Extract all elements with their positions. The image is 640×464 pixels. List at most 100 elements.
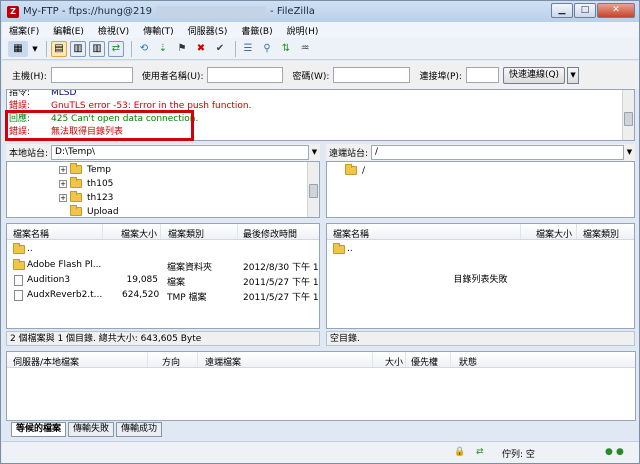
file-name: Adobe Flash Pl... <box>27 260 102 270</box>
tab-queued-files[interactable]: 等候的檔案 <box>11 422 67 437</box>
table-row[interactable]: .. <box>7 242 319 256</box>
activity-led-icon: ● <box>616 447 624 457</box>
minimize-button[interactable]: ▁ <box>551 3 573 18</box>
log-line: 錯誤: GnuTLS error -53: Error in the push f… <box>7 100 634 113</box>
menu-transfer[interactable]: 傳輸(T) <box>136 24 181 37</box>
menu-server[interactable]: 伺服器(S) <box>181 24 235 37</box>
col-priority[interactable]: 優先權 <box>411 355 438 368</box>
queue-tabs: 等候的檔案 傳輸失敗 傳輸成功 <box>11 422 164 437</box>
col-status[interactable]: 狀態 <box>459 355 477 368</box>
col-type[interactable]: 檔案類別 <box>168 227 204 240</box>
title-redacted <box>156 5 267 18</box>
disconnect-icon[interactable]: ✖ <box>193 41 209 57</box>
table-row[interactable]: AudxReverb2.t... 624,520 TMP 檔案 2011/5/27 下… <box>7 288 319 303</box>
file-type: 檔案 <box>167 278 186 288</box>
col-name[interactable]: 檔案名稱 <box>13 227 49 240</box>
col-size[interactable]: 大小 <box>385 355 403 368</box>
title-bar: Z My-FTP - ftps://hung@219 - FileZilla ▁… <box>1 1 639 22</box>
log-scrollbar[interactable] <box>622 90 634 140</box>
tree-label: Upload <box>87 206 119 217</box>
col-name[interactable]: 檔案名稱 <box>333 227 369 240</box>
toggle-tree-icon[interactable]: ▥ <box>70 40 86 57</box>
password-input[interactable] <box>333 67 411 83</box>
expand-icon[interactable]: + <box>59 193 67 202</box>
folder-icon <box>70 163 82 174</box>
expand-icon[interactable]: + <box>59 165 67 174</box>
toggle-log-icon[interactable]: ▤ <box>51 40 67 57</box>
window-title: My-FTP - ftps://hung@219 <box>23 6 153 17</box>
file-name: .. <box>27 244 33 254</box>
menu-bar: 檔案(F) 編輯(E) 檢視(V) 傳輸(T) 伺服器(S) 書籤(B) 說明(… <box>2 22 639 38</box>
menu-help[interactable]: 說明(H) <box>280 24 326 37</box>
col-size[interactable]: 檔案大小 <box>536 227 572 240</box>
tab-failed-transfers[interactable]: 傳輸失敗 <box>68 422 115 437</box>
remote-file-list: 檔案名稱 檔案大小 檔案類別 .. 目錄列表失敗 <box>326 223 635 329</box>
folder-icon <box>70 177 82 188</box>
local-path-input[interactable]: D:\Temp\ <box>51 145 309 160</box>
log-kind: 指令: <box>9 89 31 98</box>
close-button[interactable]: ✕ <box>597 3 635 18</box>
maximize-button[interactable]: □ <box>574 3 596 18</box>
menu-bookmarks[interactable]: 書籤(B) <box>234 24 279 37</box>
table-row[interactable]: Adobe Flash Pl... 檔案資料夾 2012/8/30 下午 1... <box>7 258 319 273</box>
col-date[interactable]: 最後修改時間 <box>243 227 297 240</box>
col-direction[interactable]: 方向 <box>162 355 180 368</box>
message-log: 指令: MLSD 錯誤: GnuTLS error -53: Error in th… <box>6 89 635 141</box>
quickconnect-dropdown-icon[interactable]: ▼ <box>567 66 580 84</box>
col-type[interactable]: 檔案類別 <box>583 227 619 240</box>
local-site-bar: 本地站台: D:\Temp\ ▼ <box>6 144 320 161</box>
tree-node[interactable]: + th123 <box>59 191 113 204</box>
password-label: 密碼(W): <box>292 71 330 82</box>
status-bar: 🔒 ⇄ 佇列: 空 ● ● <box>2 441 639 463</box>
filter-icon[interactable]: ☰ <box>240 41 256 57</box>
table-row[interactable]: .. <box>327 242 634 256</box>
quickconnect-button[interactable]: 快速連線(Q) <box>502 66 566 84</box>
remote-path-dropdown-icon[interactable]: ▼ <box>624 145 635 160</box>
sync-browse-icon[interactable]: ⇅ <box>278 41 294 57</box>
refresh-icon[interactable]: ⟲ <box>136 41 152 57</box>
user-input[interactable] <box>207 67 284 83</box>
local-status: 2 個檔案與 1 個目錄. 總共大小: 643,605 Byte <box>6 331 320 346</box>
file-icon <box>14 275 23 286</box>
activity-led-icon: ● <box>605 447 613 457</box>
tree-node[interactable]: Upload <box>70 205 119 217</box>
toggle-remote-tree-icon[interactable]: ▥ <box>89 40 105 57</box>
log-line: 回應: 425 Can't open data connection. <box>7 113 634 126</box>
reconnect-icon[interactable]: ✔ <box>212 41 228 57</box>
log-kind: 回應: <box>9 114 31 124</box>
log-line: 錯誤: 無法取得目錄列表 <box>7 126 634 139</box>
table-row[interactable]: Audition3 19,085 檔案 2011/5/27 下午 1... <box>7 273 319 288</box>
host-input[interactable] <box>50 67 133 83</box>
remote-path-input[interactable]: / <box>371 145 624 160</box>
tab-successful-transfers[interactable]: 傳輸成功 <box>116 422 163 437</box>
tree-node[interactable]: + Temp <box>59 163 111 176</box>
remote-site-bar: 遠端站台: / ▼ <box>326 144 635 161</box>
local-path-dropdown-icon[interactable]: ▼ <box>309 145 320 160</box>
col-remote-file[interactable]: 遠端檔案 <box>205 355 241 368</box>
user-label: 使用者名稱(U): <box>141 71 204 82</box>
menu-file[interactable]: 檔案(F) <box>2 24 46 37</box>
window-title-suffix: - FileZilla <box>270 6 315 17</box>
log-text: MLSD <box>51 89 77 98</box>
app-window: Z My-FTP - ftps://hung@219 - FileZilla ▁… <box>0 0 640 464</box>
list-message: 目錄列表失敗 <box>327 270 634 285</box>
expand-icon[interactable]: + <box>59 179 67 188</box>
menu-view[interactable]: 檢視(V) <box>91 24 136 37</box>
local-tree-scrollbar[interactable] <box>307 162 319 217</box>
dropdown-arrow-icon[interactable]: ▼ <box>31 41 39 57</box>
tree-label: Temp <box>87 164 111 175</box>
port-input[interactable] <box>465 67 499 83</box>
col-size[interactable]: 檔案大小 <box>121 227 157 240</box>
toggle-queue-icon[interactable]: ⇄ <box>108 40 124 57</box>
find-icon[interactable]: ♒ <box>297 41 313 57</box>
process-queue-icon[interactable]: ⇣ <box>155 41 171 57</box>
tree-node[interactable]: / <box>345 164 365 177</box>
menu-edit[interactable]: 編輯(E) <box>46 24 91 37</box>
tree-label: th123 <box>87 192 114 203</box>
toolbar: ▦ ▼ ▤ ▥ ▥ ⇄ ⟲ ⇣ ⚑ ✖ ✔ ☰ ⚲ ⇅ ♒ <box>2 38 639 60</box>
cancel-icon[interactable]: ⚑ <box>174 41 190 57</box>
tree-node[interactable]: + th105 <box>59 177 113 190</box>
compare-icon[interactable]: ⚲ <box>259 41 275 57</box>
site-manager-icon[interactable]: ▦ <box>8 40 28 57</box>
col-server-local[interactable]: 伺服器/本地檔案 <box>13 355 79 368</box>
